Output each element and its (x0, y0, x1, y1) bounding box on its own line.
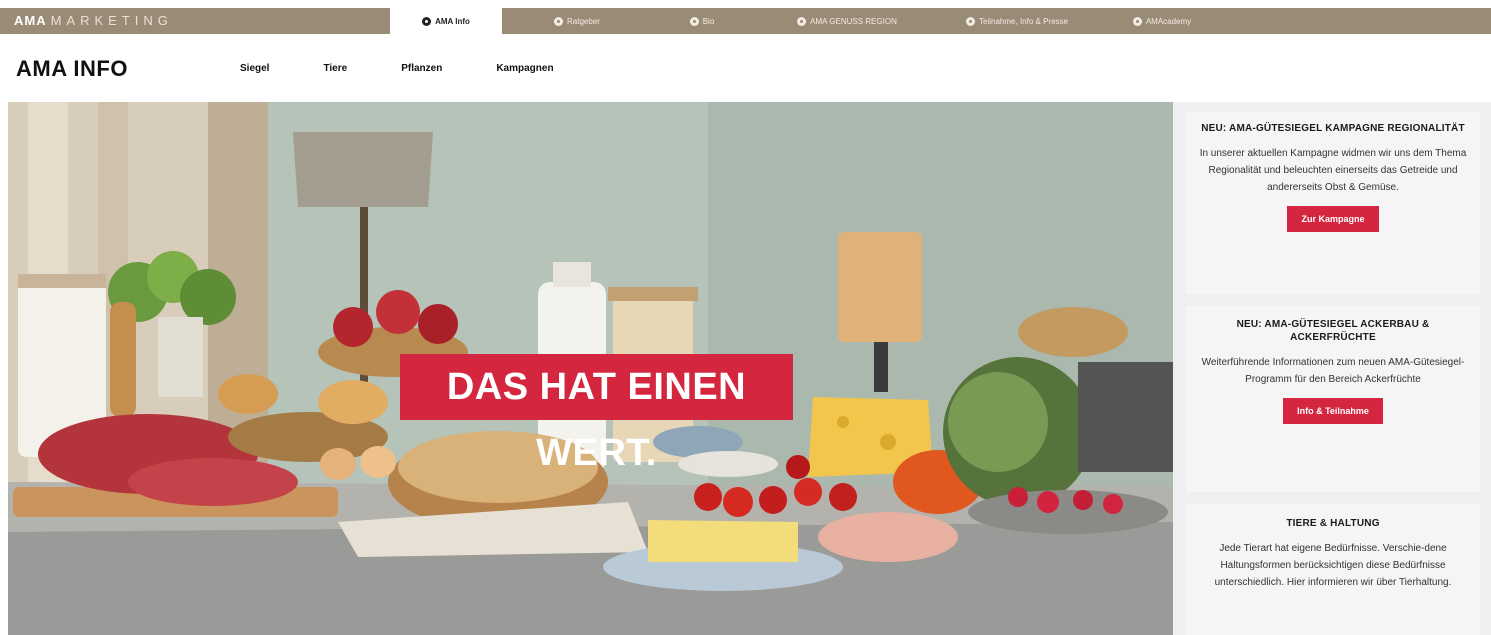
topnav-label: AMA GENUSS REGION (810, 16, 897, 26)
region-icon (797, 16, 807, 26)
sidebar-card-kampagne: NEU: AMA-GÜTESIEGEL KAMPAGNE REGIONALITÄ… (1186, 112, 1480, 294)
card-text: Weiterführende Informationen zum neuen A… (1201, 357, 1465, 385)
topnav-label: Ratgeber (567, 16, 600, 26)
sub-navigation: Siegel Tiere Pflanzen Kampagnen (240, 63, 608, 74)
book-icon (554, 16, 564, 26)
topnav-label: AMAcademy (1145, 16, 1192, 26)
ama-marketing-logo[interactable]: AMA MARKETING (14, 8, 173, 34)
sidebar-card-tiere: TIERE & HALTUNG Jede Tierart hat eigene … (1186, 504, 1480, 635)
zur-kampagne-button[interactable]: Zur Kampagne (1287, 206, 1379, 232)
info-icon (422, 16, 432, 26)
logo-bold: AMA (14, 13, 47, 28)
topnav-ratgeber[interactable]: Ratgeber (502, 8, 652, 34)
info-teilnahme-button[interactable]: Info & Teilnahme (1283, 398, 1383, 424)
sidebar-card-ackerbau: NEU: AMA-GÜTESIEGEL ACKERBAU & ACKERFRÜC… (1186, 306, 1480, 492)
check-icon (966, 16, 976, 26)
sidebar: NEU: AMA-GÜTESIEGEL KAMPAGNE REGIONALITÄ… (1173, 102, 1491, 635)
topnav-label: AMA Info (435, 16, 470, 26)
topnav-genuss-region[interactable]: AMA GENUSS REGION (752, 8, 942, 34)
top-navigation: AMA Info Ratgeber Bio AMA GENUSS REGION … (390, 8, 1232, 34)
card-title: TIERE & HALTUNG (1286, 518, 1380, 529)
card-title: NEU: AMA-GÜTESIEGEL KAMPAGNE REGIONALITÄ… (1201, 123, 1465, 134)
hero-banner[interactable]: DAS HAT EINEN WERT. (8, 102, 1173, 635)
subnav-siegel[interactable]: Siegel (240, 63, 269, 74)
subnav-kampagnen[interactable]: Kampagnen (496, 63, 553, 74)
card-text: In unserer aktuellen Kampagne widmen wir… (1199, 148, 1467, 193)
hero-headline: DAS HAT EINEN WERT. (400, 354, 793, 474)
topnav-label: Bio (702, 16, 715, 26)
topnav-label: Teilnahme, Info & Presse (979, 16, 1068, 26)
page-title: AMA INFO (16, 56, 128, 81)
subnav-tiere[interactable]: Tiere (323, 63, 347, 74)
logo-rest: MARKETING (50, 13, 173, 28)
subnav-pflanzen[interactable]: Pflanzen (401, 63, 442, 74)
card-text: Jede Tierart hat eigene Bedürfnisse. Ver… (1214, 543, 1452, 588)
topnav-ama-info[interactable]: AMA Info (390, 8, 502, 34)
top-bar: AMA MARKETING AMA Info Ratgeber Bio AMA G… (0, 8, 1491, 34)
topnav-amacademy[interactable]: AMAcademy (1092, 8, 1232, 34)
topnav-bio[interactable]: Bio (652, 8, 752, 34)
page-header: AMA INFO Siegel Tiere Pflanzen Kampagnen (0, 34, 1491, 102)
topnav-teilnahme[interactable]: Teilnahme, Info & Presse (942, 8, 1092, 34)
card-title: NEU: AMA-GÜTESIEGEL ACKERBAU & ACKERFRÜC… (1236, 319, 1430, 343)
academy-icon (1132, 16, 1142, 26)
leaf-icon (689, 16, 699, 26)
